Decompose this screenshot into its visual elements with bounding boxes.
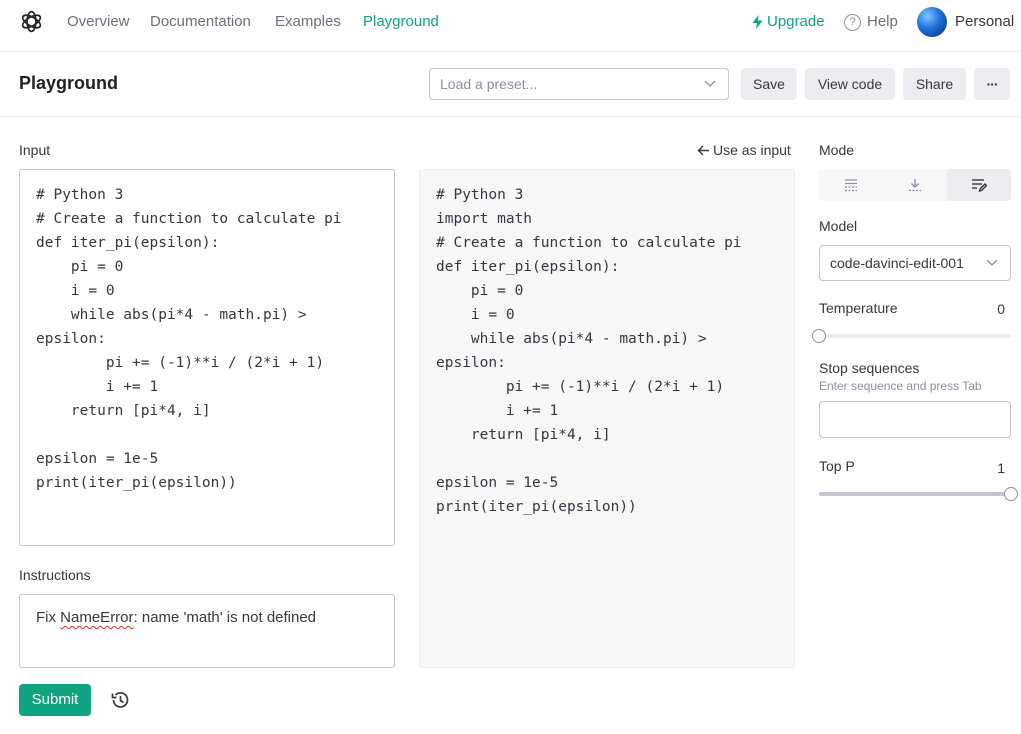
avatar[interactable] — [917, 7, 947, 37]
chevron-down-icon — [986, 259, 998, 266]
instructions-label: Instructions — [19, 567, 91, 583]
top-p-slider[interactable] — [819, 487, 1018, 501]
temperature-label: Temperature — [819, 300, 898, 316]
nav-examples[interactable]: Examples — [275, 13, 341, 31]
complete-icon — [845, 179, 857, 192]
upgrade-link[interactable]: Upgrade — [752, 13, 825, 31]
temperature-slider-thumb[interactable] — [812, 329, 826, 343]
mode-switch — [819, 169, 1011, 201]
help-link[interactable]: ? Help — [844, 13, 898, 31]
account-name[interactable]: Personal — [955, 13, 1014, 31]
use-as-input-button[interactable]: Use as input — [697, 142, 791, 159]
instructions-text-rest: : name 'math' is not defined — [133, 609, 317, 626]
history-icon[interactable] — [109, 689, 131, 711]
top-p-slider-thumb[interactable] — [1004, 487, 1018, 501]
save-button[interactable]: Save — [741, 68, 797, 100]
top-nav: Overview Documentation Examples Playgrou… — [0, 0, 1021, 52]
temperature-slider[interactable] — [812, 329, 1011, 343]
help-label: Help — [867, 13, 898, 30]
instructions-input[interactable]: Fix NameError: name 'math' is not define… — [19, 594, 395, 668]
upgrade-label: Upgrade — [767, 13, 825, 30]
input-label: Input — [19, 142, 51, 158]
submit-button[interactable]: Submit — [19, 684, 91, 716]
output-editor[interactable]: # Python 3 import math # Create a functi… — [419, 169, 795, 668]
preset-placeholder: Load a preset... — [440, 76, 538, 92]
temperature-value[interactable]: 0 — [975, 301, 1005, 318]
input-editor[interactable]: # Python 3 # Create a function to calcul… — [19, 169, 395, 546]
openai-logo-icon[interactable] — [19, 9, 44, 34]
more-options-button[interactable]: ··· — [974, 68, 1010, 100]
nav-overview[interactable]: Overview — [67, 13, 130, 31]
help-icon: ? — [844, 13, 861, 31]
insert-icon — [909, 179, 921, 192]
top-p-value[interactable]: 1 — [975, 460, 1005, 477]
page-title: Playground — [19, 73, 119, 93]
lightning-icon — [752, 15, 763, 29]
edit-icon — [972, 179, 987, 192]
stop-sequences-hint: Enter sequence and press Tab — [819, 379, 982, 393]
chevron-down-icon — [704, 80, 716, 87]
nav-documentation[interactable]: Documentation — [150, 13, 251, 31]
view-code-button[interactable]: View code — [805, 68, 895, 100]
preset-select[interactable]: Load a preset... — [429, 68, 729, 100]
model-label: Model — [819, 218, 858, 234]
stop-sequences-input[interactable] — [819, 401, 1011, 438]
instructions-text: Fix — [36, 609, 61, 626]
share-button[interactable]: Share — [903, 68, 966, 100]
mode-insert-button[interactable] — [883, 169, 947, 201]
header-divider — [0, 116, 1021, 117]
top-p-slider-fill — [819, 492, 1011, 496]
top-p-label: Top P — [819, 458, 855, 474]
stop-sequences-label: Stop sequences — [819, 360, 920, 376]
instructions-error-word: NameError — [60, 609, 134, 626]
mode-complete-button[interactable] — [819, 169, 883, 201]
model-value: code-davinci-edit-001 — [830, 255, 964, 271]
mode-edit-button[interactable] — [947, 169, 1011, 201]
nav-playground[interactable]: Playground — [363, 13, 439, 31]
use-as-input-label: Use as input — [713, 142, 791, 158]
arrow-left-icon — [697, 145, 709, 156]
mode-label: Mode — [819, 142, 855, 158]
model-select[interactable]: code-davinci-edit-001 — [819, 245, 1011, 281]
